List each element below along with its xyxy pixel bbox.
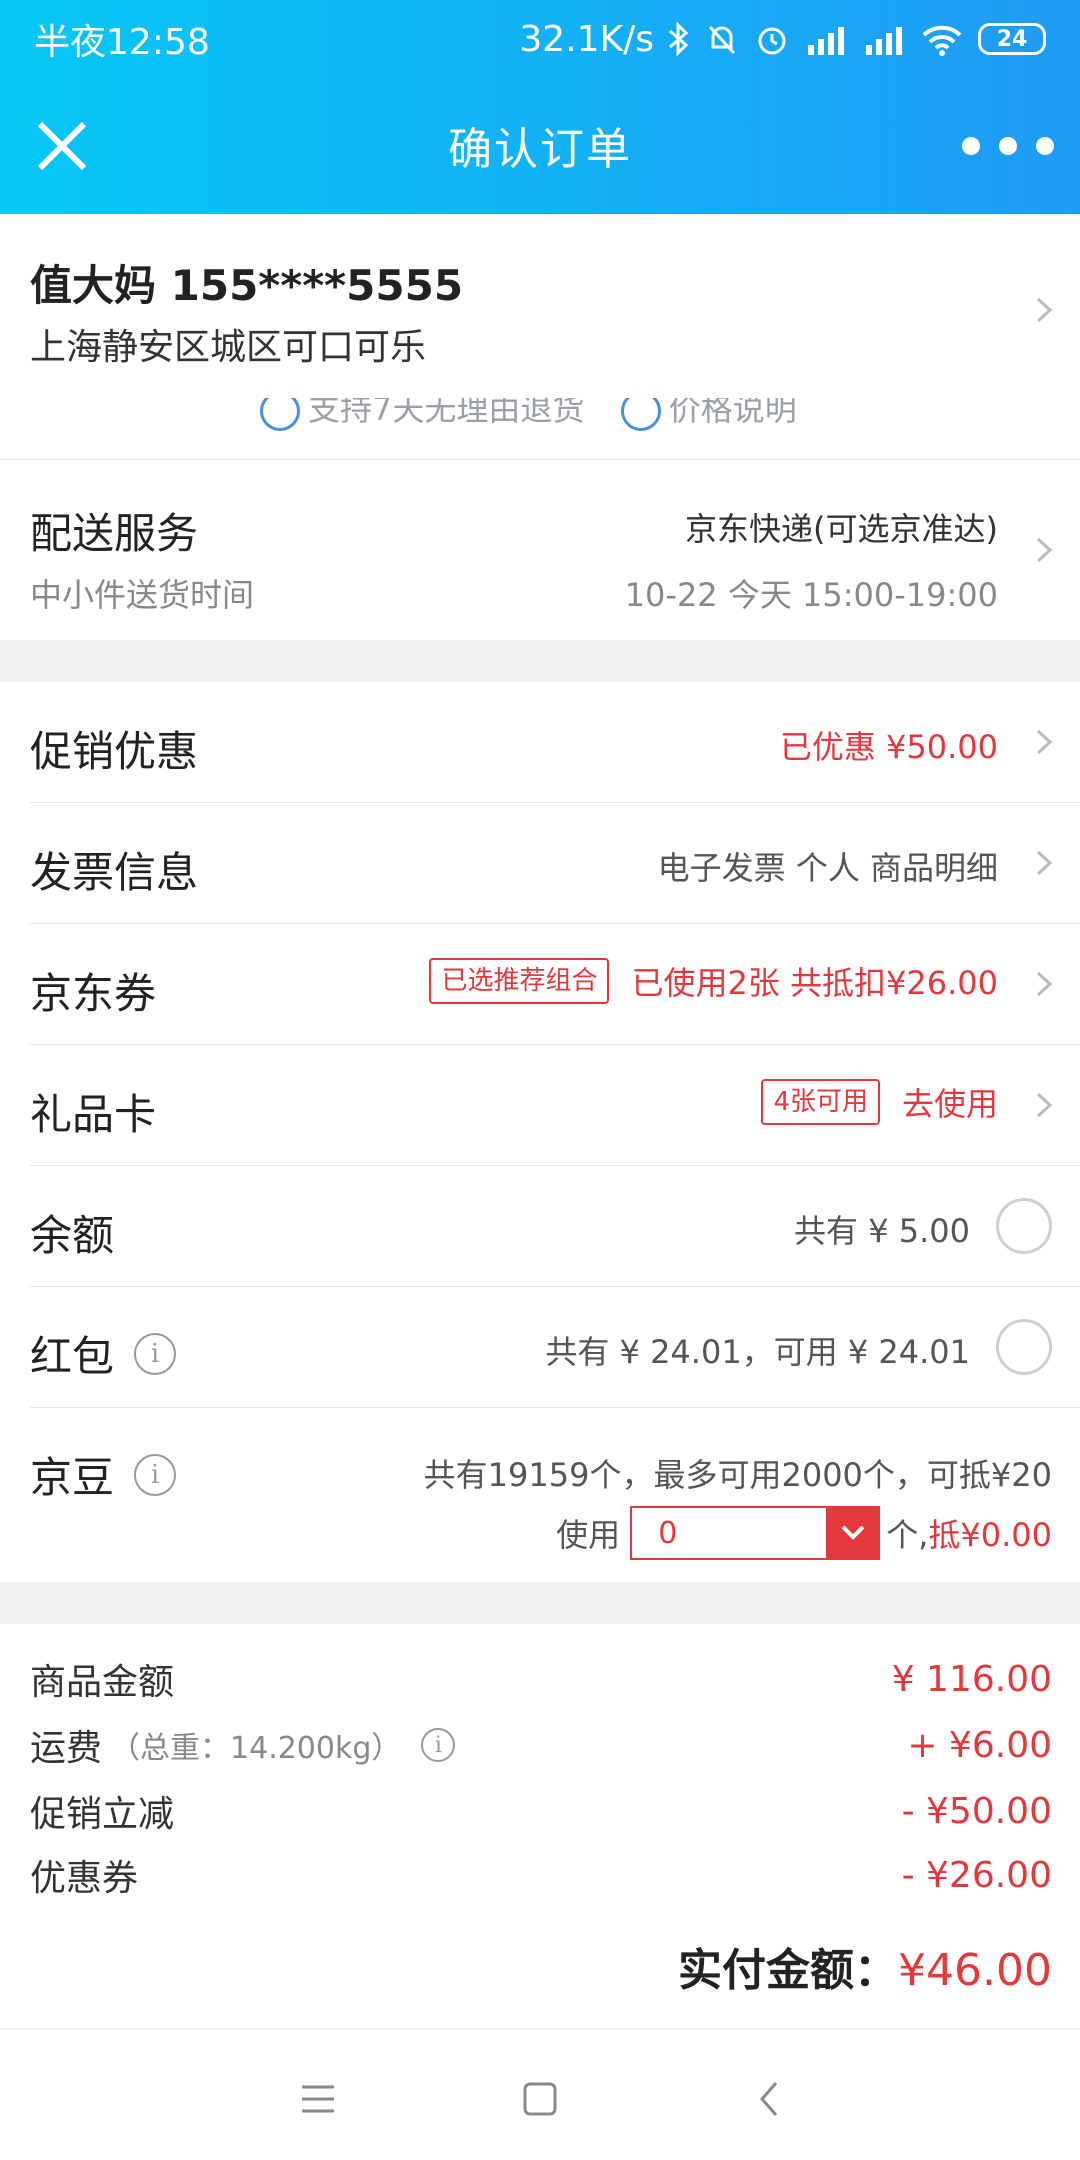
menu-icon [302,2085,334,2113]
invoice-row[interactable]: 发票信息 电子发票 个人 商品明细 [0,803,1080,924]
recipient-address: 上海静安区城区可口可乐 [30,327,427,368]
balance-radio[interactable] [996,1198,1052,1254]
return-policy-icon [260,398,300,431]
redpacket-value: 共有 ¥ 24.01，可用 ¥ 24.01 [545,1333,970,1371]
giftcard-label: 礼品卡 [30,1090,157,1139]
goods-amount-value: ¥ 116.00 [891,1658,1052,1700]
page-title: 确认订单 [448,124,632,175]
beans-use-label: 使用 [556,1516,621,1554]
close-icon [37,121,87,171]
delivery-subtitle: 中小件送货时间 [30,576,255,614]
coupon-discount-label: 优惠券 [30,1858,139,1899]
home-nav-button[interactable] [510,2069,570,2129]
chevron-right-icon [1036,1092,1053,1118]
chevron-down-icon [841,1525,865,1540]
home-square-icon [523,2082,557,2116]
coupon-row[interactable]: 京东券 已选推荐组合 已使用2张 共抵扣¥26.00 [0,924,1080,1045]
menu-nav-button[interactable] [288,2069,348,2129]
info-icon[interactable]: i [421,1728,456,1762]
giftcard-tag: 4张可用 [761,1079,880,1125]
price-info-text[interactable]: 价格说明 [669,398,797,428]
chevron-right-icon [1036,850,1053,876]
total-value: ¥46.00 [898,1945,1052,1996]
network-speed: 32.1K/s [519,18,654,60]
chevron-right-icon [1036,297,1053,323]
service-tips-row: 支持7天无理由退货 价格说明 [0,398,1080,460]
return-policy-text: 支持7天无理由退货 [308,398,585,428]
coupon-value: 已使用2张 共抵扣¥26.00 [631,964,998,1002]
promo-label: 促销优惠 [30,727,199,776]
invoice-value: 电子发票 个人 商品明细 [657,849,998,887]
beans-deduct: 抵¥0.00 [928,1516,1052,1554]
redpacket-radio[interactable] [996,1319,1052,1375]
invoice-label: 发票信息 [30,848,199,897]
beans-dropdown-button[interactable] [826,1506,881,1560]
promo-discount-label: 促销立减 [30,1794,175,1835]
more-dot-icon [962,137,980,155]
shipping-row: 运费 （总重：14.200kg） i + ¥6.00 [30,1720,1052,1770]
delivery-time: 10-22 今天 15:00-19:00 [624,576,998,614]
redpacket-row: 红包 i 共有 ¥ 24.01，可用 ¥ 24.01 [0,1287,1080,1408]
beans-label: 京豆 [30,1453,115,1502]
beans-summary: 共有19159个，最多可用2000个，可抵¥20 [423,1456,1052,1494]
coupon-tag: 已选推荐组合 [429,958,610,1004]
price-info-icon [620,398,661,431]
promo-discount-row: 促销立减 - ¥50.00 [30,1786,1052,1836]
delivery-title: 配送服务 [30,509,199,558]
signal-icon [862,21,906,57]
promo-row[interactable]: 促销优惠 已优惠 ¥50.00 [0,682,1080,803]
balance-value: 共有 ¥ 5.00 [794,1212,970,1250]
delivery-service: 京东快递(可选京准达) [685,510,998,548]
coupon-label: 京东券 [30,969,157,1018]
promo-value: 已优惠 ¥50.00 [779,728,998,766]
goods-amount-row: 商品金额 ¥ 116.00 [30,1654,1052,1704]
balance-row: 余额 共有 ¥ 5.00 [0,1166,1080,1287]
info-icon[interactable]: i [134,1453,177,1496]
wifi-icon [920,21,964,57]
system-nav-bar [0,2028,1080,2160]
delivery-service-row[interactable]: 配送服务 中小件送货时间 京东快递(可选京准达) 10-22 今天 15:00-… [0,460,1080,640]
chevron-right-icon [1036,537,1053,563]
status-icons: 32.1K/s 24 [519,19,1046,60]
title-bar: 确认订单 [0,90,1080,200]
app-header: 半夜12:58 32.1K/s 24 确认订单 [0,0,1080,214]
chevron-right-icon [1036,729,1053,755]
beans-row: 京豆 i 共有19159个，最多可用2000个，可抵¥20 使用 0 个, 抵¥… [0,1408,1080,1582]
alarm-icon [754,21,790,57]
shipping-label: 运费 [30,1728,103,1769]
recipient-name-phone: 值大妈 155****5555 [30,261,464,310]
beans-quantity-input[interactable]: 0 [630,1506,827,1560]
goods-amount-label: 商品金额 [30,1662,175,1703]
redpacket-label: 红包 [30,1332,115,1381]
more-button[interactable] [958,122,1058,170]
more-dot-icon [1036,137,1054,155]
promo-discount-value: - ¥50.00 [901,1790,1052,1832]
giftcard-value: 去使用 [901,1085,998,1123]
total-payment: 实付金额：¥46.00 [678,1934,1052,1998]
battery-icon: 24 [978,23,1046,55]
mute-bell-icon [704,21,740,57]
shipping-weight: （总重：14.200kg） [110,1731,402,1766]
bluetooth-icon [668,21,690,57]
balance-label: 余额 [30,1211,115,1260]
close-button[interactable] [30,114,94,178]
coupon-discount-row: 优惠券 - ¥26.00 [30,1850,1052,1900]
back-nav-button[interactable] [738,2069,798,2129]
beans-unit: 个, [886,1516,929,1554]
price-summary: 商品金额 ¥ 116.00 运费 （总重：14.200kg） i + ¥6.00… [0,1624,1080,2028]
info-icon[interactable]: i [134,1332,177,1375]
hd-signal-icon [804,21,848,57]
address-card[interactable]: 值大妈 155****5555 上海静安区城区可口可乐 [0,214,1080,412]
shipping-value: + ¥6.00 [907,1724,1052,1766]
status-time: 半夜12:58 [34,22,210,63]
total-label: 实付金额： [678,1945,899,1996]
giftcard-row[interactable]: 礼品卡 4张可用 去使用 [0,1045,1080,1166]
back-icon [760,2082,778,2116]
coupon-discount-value: - ¥26.00 [901,1854,1052,1896]
chevron-right-icon [1036,971,1053,997]
order-options-list: 促销优惠 已优惠 ¥50.00 发票信息 电子发票 个人 商品明细 京东券 已选… [0,682,1080,1582]
more-dot-icon [999,137,1017,155]
status-bar: 半夜12:58 32.1K/s 24 [0,0,1080,78]
